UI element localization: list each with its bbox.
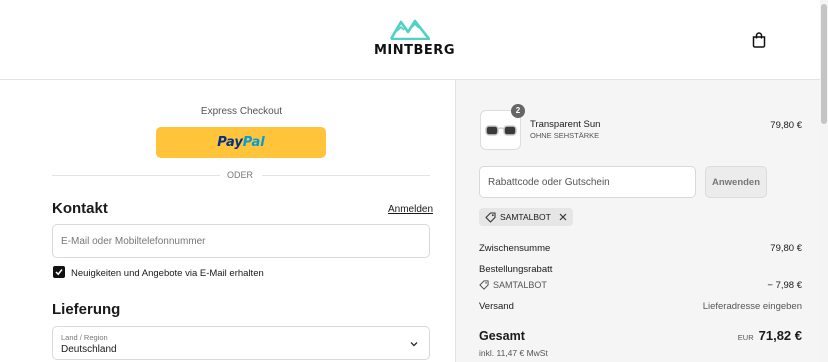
divider-line [52,175,220,176]
discount-value: − 7,98 € [767,280,802,291]
subtotal-value: 79,80 € [770,243,802,254]
discount-code-row: SAMTALBOT [479,280,547,290]
brand-logo[interactable]: MINTBERG [374,18,455,58]
applied-discount-tag: SAMTALBOT [479,208,573,226]
product-variant: OHNE SEHSTÄRKE [530,131,600,140]
tag-icon [485,211,496,223]
divider-line [262,175,430,176]
tax-note: inkl. 11,47 € MwSt [479,348,548,358]
paypal-logo-part1: Pay [217,135,243,150]
divider-text: ODER [220,170,260,180]
country-select-label: Land / Region [61,333,108,342]
mountain-logo-icon [390,19,430,40]
total-label: Gesamt [479,329,525,343]
paypal-logo-part2: Pal [242,135,265,150]
sunglasses-icon [484,125,517,136]
product-price: 79,80 € [770,120,802,131]
order-discount-label: Bestellungsrabatt [479,264,553,275]
paypal-button[interactable]: Pay Pal [156,127,326,158]
quantity-badge: 2 [511,104,525,118]
newsletter-label: Neuigkeiten und Angebote via E-Mail erha… [71,268,264,279]
header: MINTBERG [0,0,828,80]
country-select[interactable]: Land / Region Deutschland [52,326,430,360]
login-link[interactable]: Anmelden [388,204,433,215]
apply-discount-button[interactable]: Anwenden [705,166,767,198]
delivery-heading: Lieferung [52,301,121,318]
country-select-value: Deutschland [61,344,117,355]
order-summary: 2 Transparent Sun OHNE SEHSTÄRKE 79,80 €… [455,80,820,362]
check-icon [55,269,63,276]
scrollbar[interactable] [820,0,828,362]
discount-code-label: SAMTALBOT [493,280,547,290]
close-icon [559,213,567,221]
email-field[interactable] [52,224,430,258]
brand-name: MINTBERG [374,43,455,58]
total-amount: EUR 71,82 € [738,328,802,343]
total-value: 71,82 € [758,328,802,343]
shopping-bag-icon[interactable] [750,31,768,49]
product-name: Transparent Sun [530,119,601,130]
discount-code-input[interactable] [479,166,696,198]
applied-discount-code: SAMTALBOT [500,212,551,222]
scrollbar-thumb[interactable] [821,4,827,124]
shipping-value: Lieferadresse eingeben [702,301,802,312]
subtotal-label: Zwischensumme [479,243,551,254]
remove-discount-button[interactable] [559,213,567,221]
tag-icon [479,280,489,290]
contact-heading: Kontakt [52,200,108,217]
express-checkout-label: Express Checkout [200,106,283,117]
chevron-down-icon [410,342,418,347]
checkout-form: Express Checkout Pay Pal ODER Kontakt Anm… [0,80,455,362]
newsletter-checkbox[interactable] [53,266,65,278]
currency-code: EUR [737,333,754,342]
shipping-label: Versand [479,301,514,312]
